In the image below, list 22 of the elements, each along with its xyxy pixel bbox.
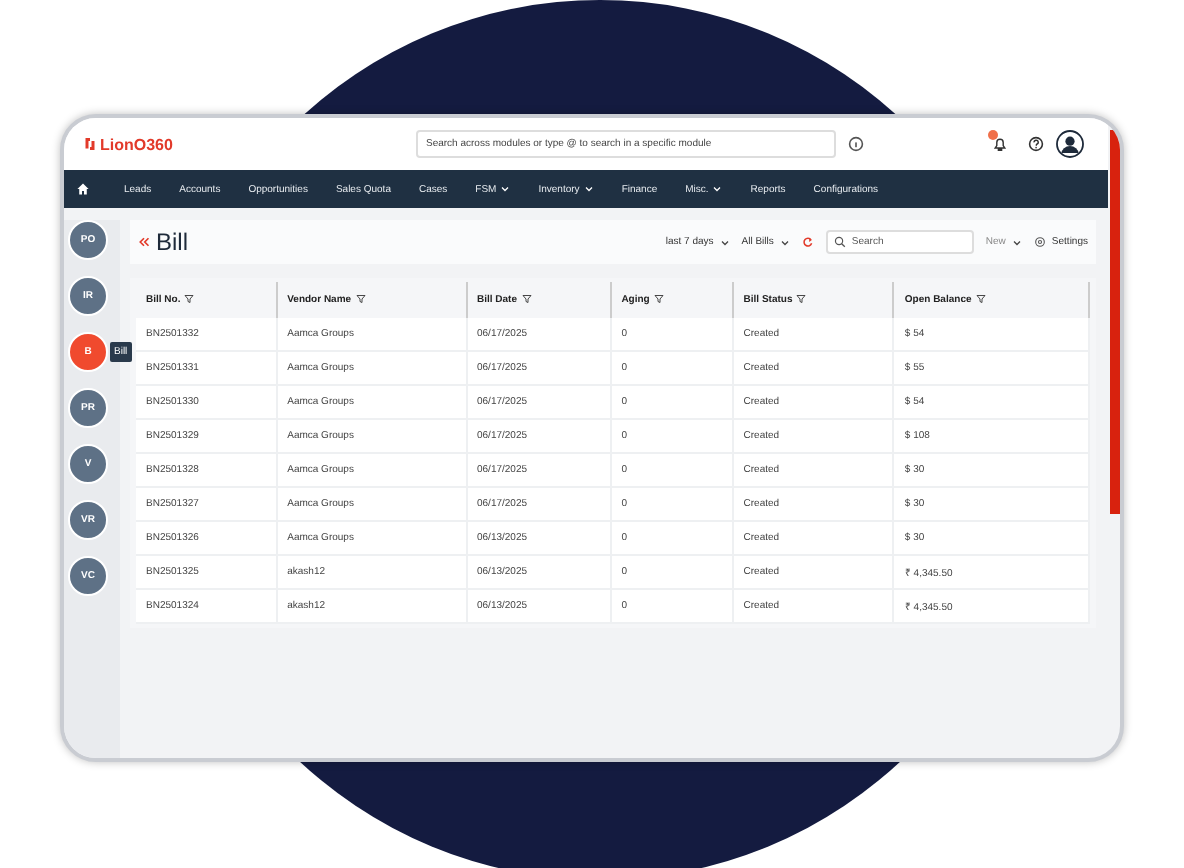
avatar-icon[interactable] <box>1056 130 1084 158</box>
search-icon <box>833 236 846 248</box>
filter-icon <box>796 294 807 305</box>
filter-icon <box>184 294 195 305</box>
filter-icon <box>521 294 532 305</box>
bell-icon[interactable] <box>992 136 1008 152</box>
home-icon[interactable] <box>76 182 90 196</box>
logo-icon <box>84 136 96 152</box>
logo-text: LionO360 <box>100 135 173 153</box>
scrollbar[interactable] <box>1110 130 1120 514</box>
help-icon[interactable] <box>1028 136 1044 152</box>
filter-icon <box>355 294 366 305</box>
caret-icon <box>719 237 730 247</box>
settings-icon <box>1033 236 1046 248</box>
collapse-icon[interactable] <box>138 236 150 248</box>
caret-icon <box>1011 237 1022 247</box>
filter-icon <box>653 294 664 305</box>
refresh-icon <box>801 236 814 248</box>
info-icon[interactable] <box>848 136 864 152</box>
page-title: Bill <box>156 228 189 256</box>
caret-icon <box>779 237 790 247</box>
filter-icon <box>975 294 986 305</box>
